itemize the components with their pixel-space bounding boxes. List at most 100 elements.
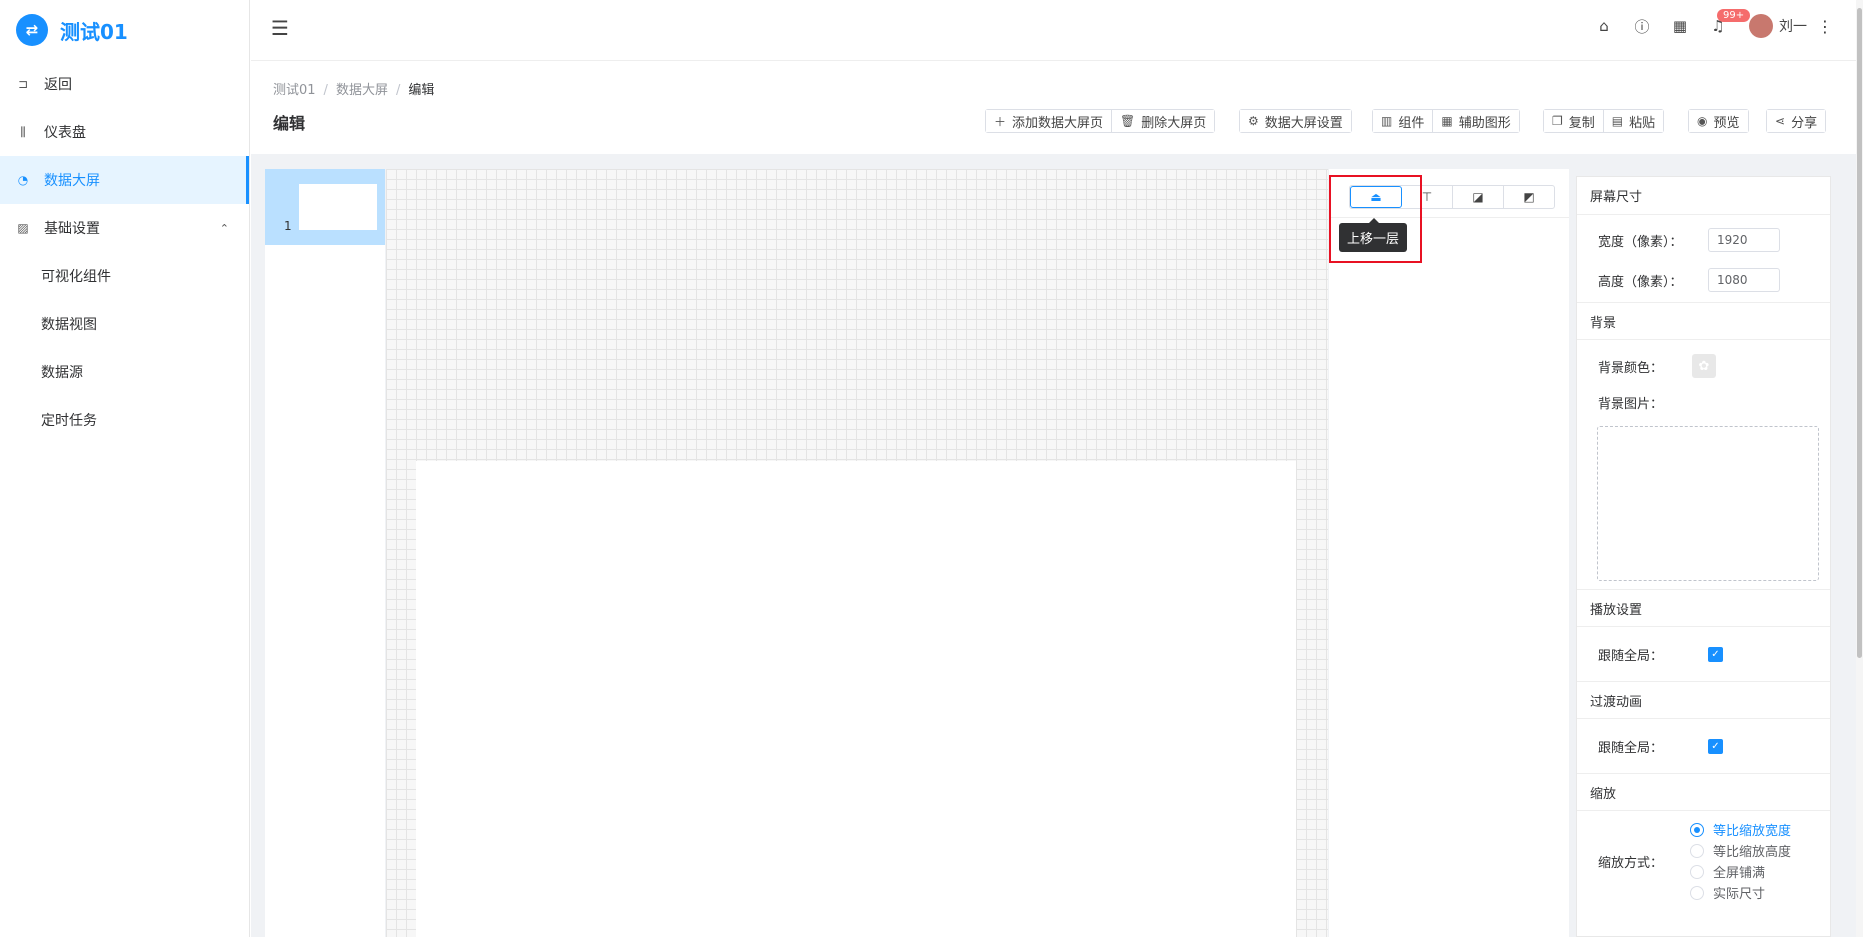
breadcrumb-item[interactable]: 测试01 — [273, 83, 316, 98]
transition-follow-label: 跟随全局： — [1598, 740, 1664, 756]
page-scrollbar[interactable] — [1856, 0, 1863, 937]
height-input[interactable]: 1080 — [1708, 268, 1780, 292]
logo[interactable]: ⇄ 测试01 — [0, 0, 249, 60]
radio-icon — [1690, 864, 1704, 879]
sidebar-item-basic-settings[interactable]: ▨ 基础设置 ⌃ — [0, 204, 249, 252]
layer-panel: ⏏ ⊤ ◪ ◩ 上移一层 — [1329, 169, 1569, 937]
share-button[interactable]: ⋖ 分享 — [1767, 110, 1826, 132]
section-title-background: 背景 — [1577, 302, 1830, 340]
copy-button[interactable]: ❐ 复制 — [1544, 110, 1604, 132]
help-icon[interactable]: ⓘ — [1623, 16, 1661, 37]
username[interactable]: 刘一 — [1779, 16, 1807, 36]
components-button[interactable]: ▥ 组件 — [1373, 110, 1434, 132]
sidebar-subitem-scheduled-tasks[interactable]: 定时任务 — [0, 396, 249, 444]
notification-badge: 99+ — [1717, 9, 1751, 22]
screen-settings-button[interactable]: ⚙ 数据大屏设置 — [1240, 110, 1351, 132]
scale-option-width[interactable]: 等比缩放宽度 — [1690, 819, 1791, 840]
page-title: 编辑 — [273, 114, 306, 133]
more-vertical-icon[interactable]: ⋮ — [1817, 17, 1833, 36]
sidebar-subitem-components[interactable]: 可视化组件 — [0, 252, 249, 300]
scale-mode-row: 缩放方式： 等比缩放宽度 等比缩放高度 全屏铺满 实际尺寸 — [1577, 811, 1830, 911]
eye-icon: ◉ — [1697, 114, 1708, 128]
bring-to-front-button[interactable]: ◪ — [1453, 186, 1504, 208]
breadcrumb-separator: / — [323, 83, 328, 98]
breadcrumb-current: 编辑 — [408, 83, 435, 98]
aux-shapes-label: 辅助图形 — [1458, 115, 1511, 131]
sidebar-item-back[interactable]: ⊐ 返回 — [0, 60, 249, 108]
send-back-icon: ◩ — [1523, 190, 1535, 204]
scrollbar-thumb[interactable] — [1857, 8, 1862, 658]
playback-follow-row: 跟随全局： ✓ — [1577, 627, 1830, 681]
topbar: ☰ ⌂ ⓘ ▦ ♫ 99+ 刘一 ⋮ — [251, 0, 1863, 61]
aux-shapes-button[interactable]: ▦ 辅助图形 — [1433, 110, 1519, 132]
preview-button[interactable]: ◉ 预览 — [1689, 110, 1748, 132]
bell-icon[interactable]: ♫ 99+ — [1699, 9, 1751, 35]
copy-label: 复制 — [1568, 115, 1595, 131]
add-page-label: 添加数据大屏页 — [1012, 115, 1104, 131]
logo-icon: ⇄ — [16, 14, 48, 46]
playback-follow-checkbox[interactable]: ✓ — [1708, 646, 1723, 662]
sidebar-item-label: 仪表盘 — [44, 125, 86, 141]
sidebar: ⇄ 测试01 ⊐ 返回 ⫼ 仪表盘 ◔ 数据大屏 ▨ 基础设置 ⌃ 可视化组件 … — [0, 0, 250, 937]
scale-option-label: 实际尺寸 — [1713, 887, 1766, 902]
scale-mode-label: 缩放方式： — [1598, 855, 1664, 871]
canvas-screen[interactable] — [416, 461, 1296, 937]
section-title-scale: 缩放 — [1577, 773, 1830, 811]
home-icon[interactable]: ⌂ — [1585, 17, 1623, 35]
app-title: 测试01 — [60, 19, 128, 44]
scale-option-label: 全屏铺满 — [1713, 866, 1766, 881]
breadcrumb-separator: / — [395, 83, 401, 98]
scale-option-height[interactable]: 等比缩放高度 — [1690, 840, 1791, 861]
component-button-group: ▥ 组件 ▦ 辅助图形 — [1372, 109, 1520, 133]
preview-label: 预览 — [1713, 115, 1740, 131]
plus-icon: ＋ — [994, 114, 1007, 129]
scale-option-fullscreen[interactable]: 全屏铺满 — [1690, 861, 1791, 882]
palette-icon[interactable]: ✿ — [1692, 354, 1716, 378]
page-button-group: ＋ 添加数据大屏页 🗑 删除大屏页 — [985, 109, 1216, 133]
send-to-back-button[interactable]: ◩ — [1504, 186, 1554, 208]
sidebar-subitem-data-sources[interactable]: 数据源 — [0, 348, 249, 396]
bg-image-row: 背景图片： — [1577, 386, 1830, 418]
sidebar-item-data-screen[interactable]: ◔ 数据大屏 — [0, 156, 249, 204]
add-page-button[interactable]: ＋ 添加数据大屏页 — [986, 110, 1113, 132]
dashboard-icon: ⫼ — [20, 124, 26, 139]
share-label: 分享 — [1791, 115, 1818, 131]
sidebar-item-label: 返回 — [44, 77, 72, 93]
clipboard-button-group: ❐ 复制 ▤ 粘贴 — [1543, 109, 1665, 133]
paste-icon: ▤ — [1611, 114, 1624, 128]
playback-follow-label: 跟随全局： — [1598, 648, 1664, 664]
chevron-up-icon: ⌃ — [219, 221, 229, 235]
bg-image-upload[interactable] — [1597, 426, 1819, 581]
paste-button[interactable]: ▤ 粘贴 — [1603, 110, 1664, 132]
bg-color-row: 背景颜色： ✿ — [1577, 346, 1830, 386]
topbar-actions: ⌂ ⓘ ▦ ♫ 99+ 刘一 ⋮ — [1585, 9, 1833, 38]
delete-page-button[interactable]: 🗑 删除大屏页 — [1112, 110, 1215, 132]
menu-collapse-icon[interactable]: ☰ — [271, 16, 289, 40]
transition-follow-checkbox[interactable]: ✓ — [1708, 738, 1723, 754]
bg-image-label: 背景图片： — [1598, 396, 1664, 412]
delete-page-label: 删除大屏页 — [1141, 115, 1207, 131]
scale-option-actual[interactable]: 实际尺寸 — [1690, 882, 1791, 903]
back-icon: ⊐ — [17, 77, 29, 91]
avatar[interactable] — [1749, 14, 1773, 38]
page-thumbnails: 1 — [265, 169, 385, 937]
share-icon: ⋖ — [1775, 114, 1786, 128]
apps-grid-icon[interactable]: ▦ — [1661, 17, 1699, 35]
page-header: 测试01/数据大屏 / 编辑 编辑 ＋添加数据大屏页 🗑 删除大屏页 ⚙ 数据大屏设置 … — [251, 61, 1863, 154]
scale-option-label: 等比缩放宽度 — [1713, 824, 1792, 839]
width-input[interactable]: 1920 — [1708, 228, 1780, 252]
sidebar-subitem-data-views[interactable]: 数据视图 — [0, 300, 249, 348]
breadcrumb: 测试01 / 数据大屏 / 编辑 — [273, 79, 434, 98]
scale-mode-radio-group: 等比缩放宽度 等比缩放高度 全屏铺满 实际尺寸 — [1690, 819, 1791, 903]
page-thumbnail[interactable]: 1 — [265, 169, 385, 245]
gear-icon: ⚙ — [1248, 114, 1259, 128]
components-label: 组件 — [1398, 115, 1425, 131]
share-button-group: ⋖ 分享 — [1766, 109, 1827, 133]
breadcrumb-item[interactable]: 数据大屏 — [336, 83, 388, 98]
grid-icon: ▦ — [1441, 114, 1453, 128]
design-canvas[interactable] — [386, 169, 1328, 937]
highlight-box — [1329, 175, 1422, 263]
height-label: 高度（像素）： — [1598, 274, 1683, 290]
sidebar-item-dashboard[interactable]: ⫼ 仪表盘 — [0, 108, 249, 156]
properties-panel: 屏幕尺寸 宽度（像素）： 1920 高度（像素）： 1080 背景 背景颜色： … — [1576, 176, 1831, 937]
